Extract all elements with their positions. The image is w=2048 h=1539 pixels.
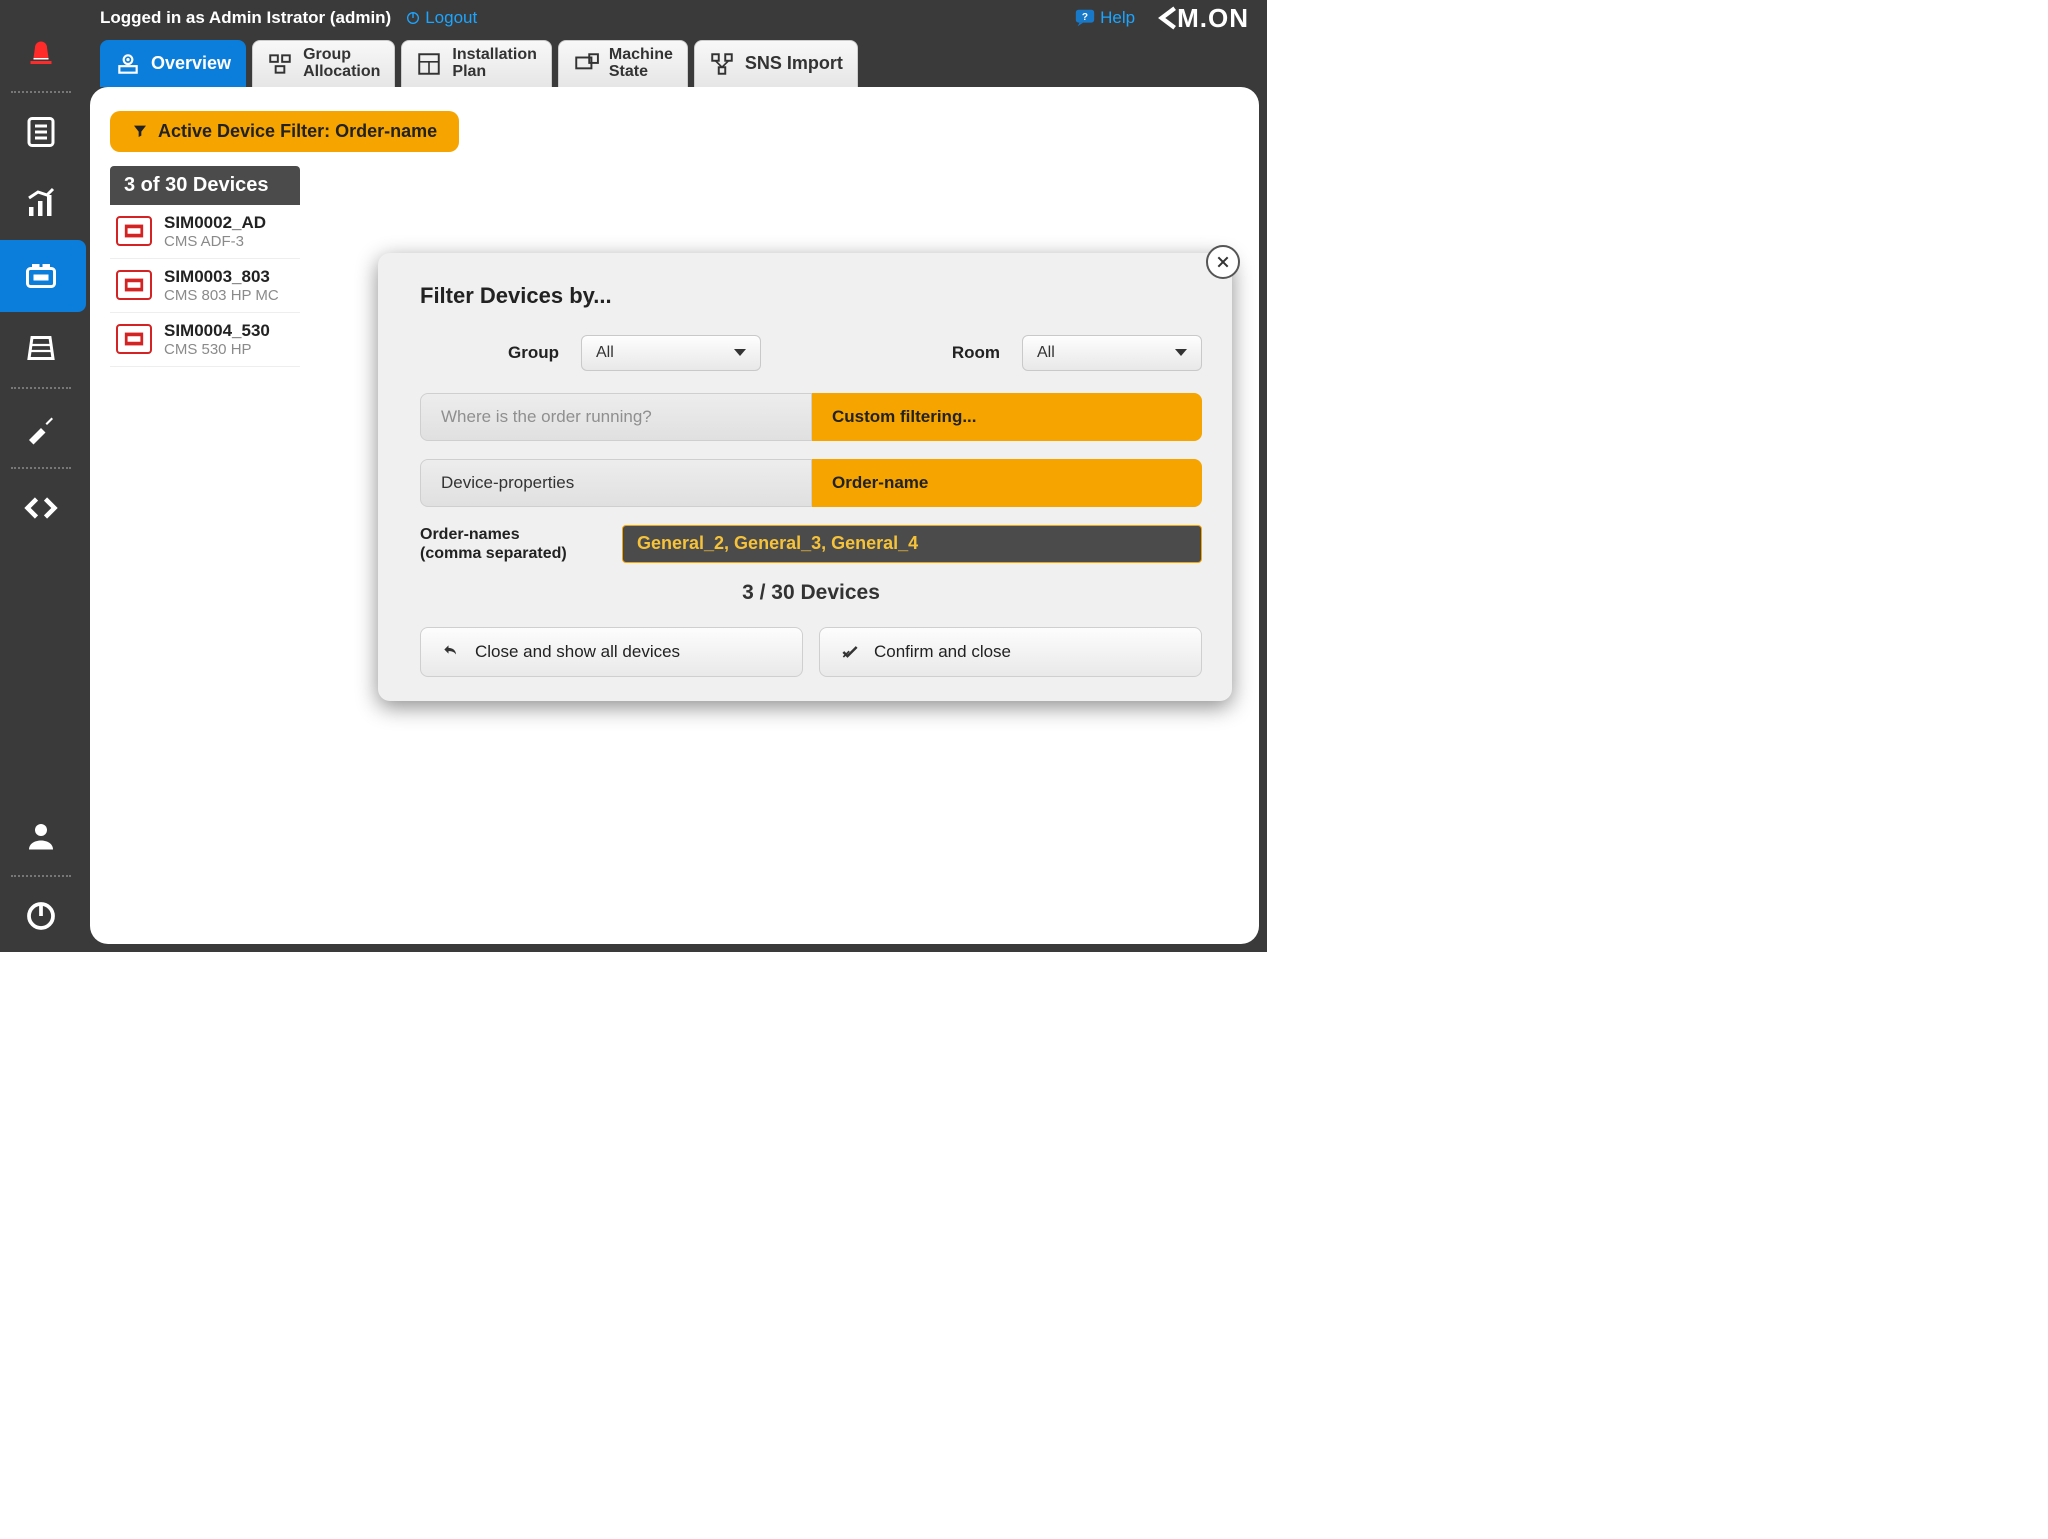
chevron-down-icon [734, 349, 746, 356]
filter-chip-label: Active Device Filter: Order-name [158, 121, 437, 142]
tab-installation-plan[interactable]: InstallationPlan [401, 40, 551, 87]
tab-label-l2: State [609, 64, 673, 81]
nav-spool[interactable] [0, 312, 82, 384]
filter-modal: Filter Devices by... Group All Room All [378, 253, 1232, 701]
help-label: Help [1100, 8, 1135, 28]
tab-label-l2: Plan [452, 64, 536, 81]
device-row[interactable]: SIM0002_ADCMS ADF-3 [110, 205, 300, 259]
logout-label: Logout [425, 8, 477, 28]
match-count: 3 / 30 Devices [420, 581, 1202, 605]
tab-label-l2: Allocation [303, 64, 380, 81]
tab-overview[interactable]: Overview [100, 40, 246, 87]
funnel-icon [132, 123, 148, 139]
order-names-label-l1: Order-names [420, 526, 520, 543]
device-status-icon [116, 270, 152, 300]
seg-order-name[interactable]: Order-name [812, 459, 1202, 507]
active-filter-chip[interactable]: Active Device Filter: Order-name [110, 111, 459, 152]
screwdriver-icon [23, 410, 59, 446]
device-row[interactable]: SIM0004_530CMS 530 HP [110, 313, 300, 367]
svg-text:?: ? [1082, 12, 1088, 23]
tab-label-l1: Installation [452, 47, 536, 64]
tab-label-l1: Machine [609, 47, 673, 64]
power-icon [23, 898, 59, 934]
modal-title: Filter Devices by... [420, 283, 1202, 309]
code-icon [23, 490, 59, 526]
chart-icon [23, 186, 59, 222]
confirm-close-button[interactable]: Confirm and close [819, 627, 1202, 677]
seg-device-properties[interactable]: Device-properties [420, 459, 812, 507]
help-icon: ? [1074, 7, 1096, 29]
machine-state-icon [573, 51, 599, 77]
close-show-all-label: Close and show all devices [475, 642, 680, 662]
device-sub: CMS 530 HP [164, 341, 270, 358]
tab-sns-import[interactable]: SNS Import [694, 40, 858, 87]
undo-icon [441, 642, 461, 662]
group-alloc-icon [267, 51, 293, 77]
nav-alarm[interactable] [0, 16, 82, 88]
sidebar-divider [11, 467, 71, 469]
logout-link[interactable]: Logout [405, 8, 477, 28]
room-value: All [1037, 344, 1055, 362]
nav-code[interactable] [0, 472, 82, 544]
tab-machine-state[interactable]: MachineState [558, 40, 688, 87]
check-icon [840, 642, 860, 662]
device-sub: CMS ADF-3 [164, 233, 266, 250]
chevron-down-icon [1175, 349, 1187, 356]
power-small-icon [405, 10, 421, 26]
group-select[interactable]: All [581, 335, 761, 371]
nav-tools[interactable] [0, 392, 82, 464]
alarm-icon [23, 34, 59, 70]
tab-group-allocation[interactable]: GroupAllocation [252, 40, 395, 87]
topbar: Logged in as Admin Istrator (admin) Logo… [82, 0, 1267, 36]
order-names-input[interactable] [622, 525, 1202, 563]
nav-devices[interactable] [0, 240, 86, 312]
list-icon [23, 114, 59, 150]
sns-import-icon [709, 51, 735, 77]
modal-close-button[interactable] [1206, 245, 1240, 279]
brand-text: M.ON [1177, 3, 1249, 34]
device-list: SIM0002_ADCMS ADF-3 SIM0003_803CMS 803 H… [110, 205, 300, 367]
install-plan-icon [416, 51, 442, 77]
seg-custom-filtering[interactable]: Custom filtering... [812, 393, 1202, 441]
device-count: 3 of 30 Devices [110, 166, 300, 205]
sidebar-divider [11, 387, 71, 389]
device-status-icon [116, 324, 152, 354]
close-show-all-button[interactable]: Close and show all devices [420, 627, 803, 677]
nav-list[interactable] [0, 96, 82, 168]
close-icon [1215, 254, 1231, 270]
logged-in-label: Logged in as Admin Istrator (admin) [100, 8, 391, 28]
nav-stats[interactable] [0, 168, 82, 240]
tab-label-l1: Group [303, 47, 380, 64]
device-icon [23, 258, 59, 294]
group-label: Group [508, 343, 559, 363]
user-icon [23, 818, 59, 854]
room-select[interactable]: All [1022, 335, 1202, 371]
device-name: SIM0004_530 [164, 321, 270, 341]
brand-k-icon [1153, 5, 1179, 31]
spool-icon [23, 330, 59, 366]
group-value: All [596, 344, 614, 362]
order-names-label-l2: (comma separated) [420, 545, 567, 562]
sidebar-divider [11, 91, 71, 93]
sidebar-divider [11, 875, 71, 877]
nav-power[interactable] [0, 880, 82, 952]
brand-logo: M.ON [1153, 3, 1249, 34]
help-link[interactable]: ? Help [1074, 7, 1135, 29]
tab-label: SNS Import [745, 54, 843, 73]
nav-user[interactable] [0, 800, 82, 872]
device-sub: CMS 803 HP MC [164, 287, 279, 304]
device-name: SIM0003_803 [164, 267, 279, 287]
tabstrip: Overview GroupAllocation InstallationPla… [82, 36, 1267, 87]
device-row[interactable]: SIM0003_803CMS 803 HP MC [110, 259, 300, 313]
order-names-label: Order-names (comma separated) [420, 525, 600, 563]
device-status-icon [116, 216, 152, 246]
room-label: Room [952, 343, 1000, 363]
overview-icon [115, 51, 141, 77]
content-card: Active Device Filter: Order-name 3 of 30… [90, 87, 1259, 944]
seg-order-running[interactable]: Where is the order running? [420, 393, 812, 441]
device-name: SIM0002_AD [164, 213, 266, 233]
confirm-close-label: Confirm and close [874, 642, 1011, 662]
tab-label: Overview [151, 54, 231, 73]
sidebar [0, 0, 82, 952]
